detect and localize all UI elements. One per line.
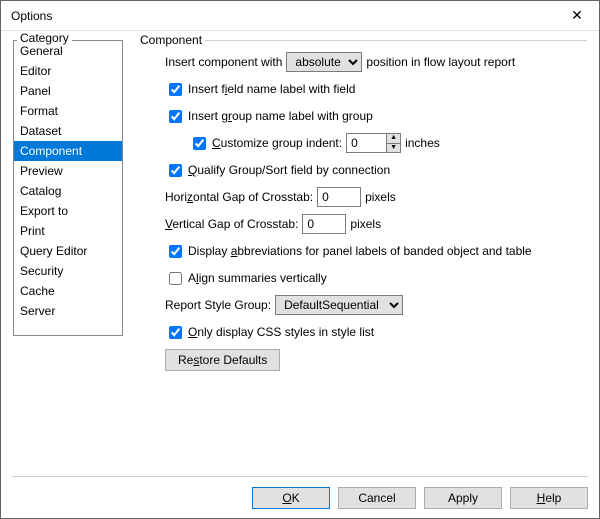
group-label-row: Insert group name label with group — [137, 105, 587, 127]
abbrev-checkbox[interactable] — [169, 245, 182, 258]
indent-input[interactable] — [346, 133, 386, 153]
category-list[interactable]: GeneralEditorPanelFormatDatasetComponent… — [13, 40, 123, 336]
vgap-row: Vertical Gap of Crosstab: pixels — [137, 213, 587, 235]
align-row: Align summaries vertically — [137, 267, 587, 289]
category-group: Category GeneralEditorPanelFormatDataset… — [13, 39, 123, 461]
indent-spinner: ▲▼ — [346, 133, 401, 153]
category-item[interactable]: Cache — [14, 281, 122, 301]
help-button[interactable]: Help — [510, 487, 588, 509]
insert-suffix-label: position in flow layout report — [366, 55, 515, 69]
button-bar: OK Cancel Apply Help — [12, 476, 588, 509]
hgap-input[interactable] — [317, 187, 361, 207]
hgap-row: Horizontal Gap of Crosstab: pixels — [137, 186, 587, 208]
qualify-checkbox[interactable] — [169, 164, 182, 177]
style-group-select[interactable]: DefaultSequential — [275, 295, 403, 315]
only-css-label: Only display CSS styles in style list — [188, 325, 374, 339]
align-label: Align summaries vertically — [188, 271, 327, 285]
category-item[interactable]: Security — [14, 261, 122, 281]
customize-indent-label: Customize group indent: — [212, 136, 342, 150]
vgap-unit: pixels — [350, 217, 381, 231]
category-item[interactable]: Query Editor — [14, 241, 122, 261]
category-item[interactable]: Print — [14, 221, 122, 241]
category-item[interactable]: Server — [14, 301, 122, 321]
category-item[interactable]: Export to — [14, 201, 122, 221]
qualify-row: Qualify Group/Sort field by connection — [137, 159, 587, 181]
only-css-row: Only display CSS styles in style list — [137, 321, 587, 343]
restore-row: Restore Defaults — [137, 349, 587, 371]
window-title: Options — [11, 9, 555, 23]
style-group-label: Report Style Group: — [165, 298, 271, 312]
restore-defaults-button[interactable]: Restore Defaults — [165, 349, 280, 371]
style-group-row: Report Style Group: DefaultSequential — [137, 294, 587, 316]
hgap-unit: pixels — [365, 190, 396, 204]
component-group: Component Insert component with absolute… — [137, 40, 587, 461]
group-label-text: Insert group name label with group — [188, 109, 373, 123]
category-item[interactable]: Dataset — [14, 121, 122, 141]
content-area: Category GeneralEditorPanelFormatDataset… — [1, 31, 599, 461]
insert-position-select[interactable]: absolute — [286, 52, 362, 72]
field-label-checkbox[interactable] — [169, 83, 182, 96]
category-item[interactable]: Panel — [14, 81, 122, 101]
apply-button[interactable]: Apply — [424, 487, 502, 509]
category-label: Category — [17, 31, 72, 45]
category-item[interactable]: Preview — [14, 161, 122, 181]
customize-indent-checkbox[interactable] — [193, 137, 206, 150]
category-item[interactable]: Format — [14, 101, 122, 121]
indent-spin-buttons[interactable]: ▲▼ — [386, 133, 401, 153]
abbrev-label: Display abbreviations for panel labels o… — [188, 244, 532, 258]
insert-position-row: Insert component with absolute position … — [137, 51, 587, 73]
align-checkbox[interactable] — [169, 272, 182, 285]
hgap-label: Horizontal Gap of Crosstab: — [165, 190, 313, 204]
component-group-label: Component — [137, 33, 205, 47]
category-item[interactable]: Component — [14, 141, 122, 161]
close-button[interactable]: ✕ — [555, 1, 599, 31]
cancel-button[interactable]: Cancel — [338, 487, 416, 509]
close-icon: ✕ — [571, 7, 583, 24]
field-label-text: Insert field name label with field — [188, 82, 355, 96]
abbrev-row: Display abbreviations for panel labels o… — [137, 240, 587, 262]
insert-prefix-label: Insert component with — [165, 55, 282, 69]
group-label-checkbox[interactable] — [169, 110, 182, 123]
field-label-row: Insert field name label with field — [137, 78, 587, 100]
vgap-label: Vertical Gap of Crosstab: — [165, 217, 298, 231]
only-css-checkbox[interactable] — [169, 326, 182, 339]
category-item[interactable]: Catalog — [14, 181, 122, 201]
vgap-input[interactable] — [302, 214, 346, 234]
indent-unit-label: inches — [405, 136, 440, 150]
customize-indent-row: Customize group indent: ▲▼ inches — [137, 132, 587, 154]
ok-button[interactable]: OK — [252, 487, 330, 509]
title-bar: Options ✕ — [1, 1, 599, 31]
category-item[interactable]: Editor — [14, 61, 122, 81]
qualify-label: Qualify Group/Sort field by connection — [188, 163, 390, 177]
